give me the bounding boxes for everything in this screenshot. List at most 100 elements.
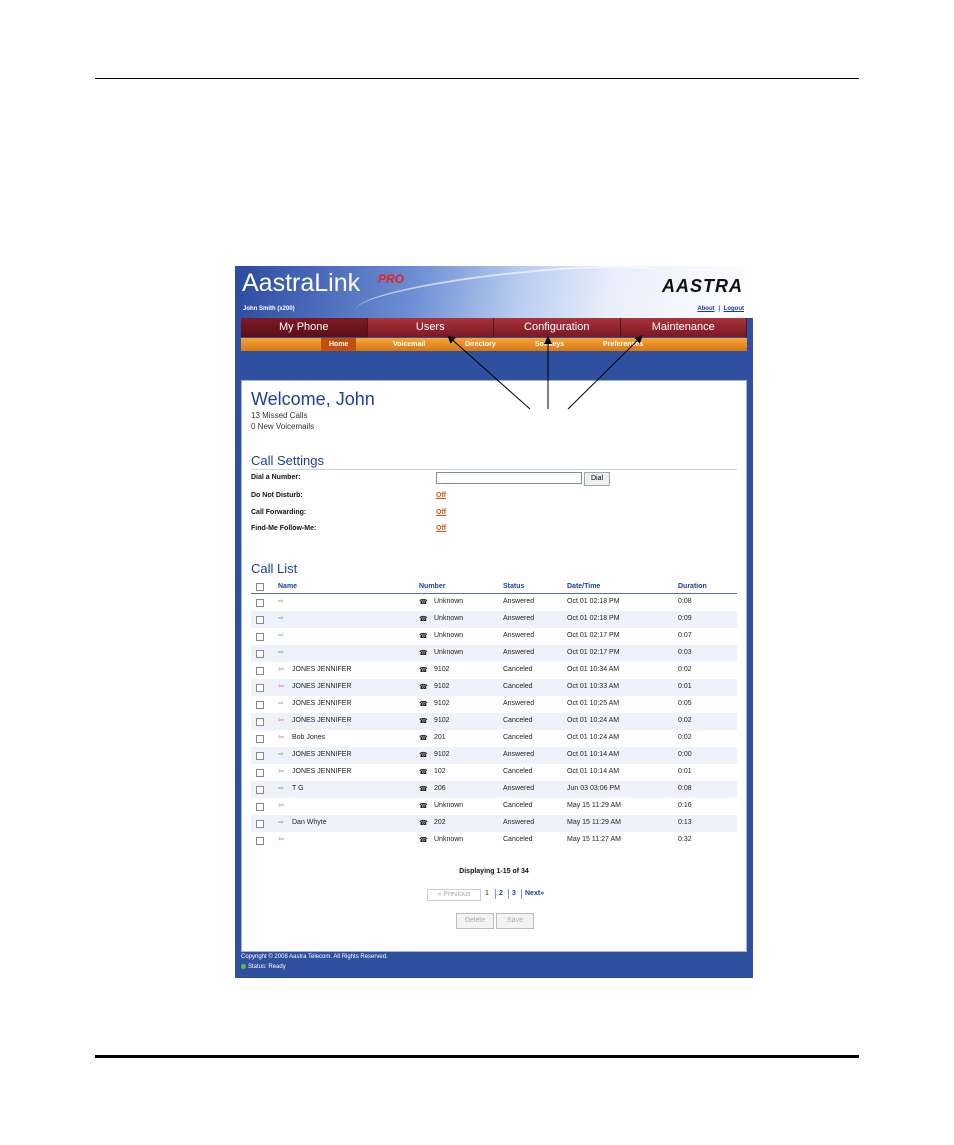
incoming-call-icon: ⇨	[278, 598, 284, 605]
column-duration[interactable]: Duration	[678, 583, 707, 590]
row-checkbox[interactable]	[256, 769, 264, 777]
about-link[interactable]: About	[697, 306, 714, 312]
subnav-home[interactable]: Home	[321, 338, 357, 351]
row-checkbox[interactable]	[256, 633, 264, 641]
call-duration: 0:01	[678, 683, 692, 690]
subnav-voicemail[interactable]: Voicemail	[393, 338, 425, 351]
subnav-directory[interactable]: Directory	[465, 338, 496, 351]
dial-button[interactable]: Dial	[584, 472, 610, 486]
find-me-follow-me-toggle[interactable]: Off	[436, 525, 446, 532]
outgoing-call-icon: ⇦	[278, 717, 284, 724]
caller-name: JONES JENNIFER	[292, 683, 352, 690]
sub-nav: Home Voicemail Directory Softkeys Prefer…	[241, 338, 747, 351]
row-checkbox[interactable]	[256, 667, 264, 675]
tab-maintenance[interactable]: Maintenance	[620, 318, 747, 337]
tab-my-phone[interactable]: My Phone	[241, 318, 368, 337]
header-links: About | Logout	[697, 306, 744, 312]
delete-button[interactable]: Delete	[456, 913, 494, 929]
subnav-preferences[interactable]: Preferences	[603, 338, 643, 351]
phone-icon[interactable]: ☎	[419, 649, 428, 657]
table-row[interactable]: ⇨ T G ☎ 206 Answered Jun 03 03:06 PM 0:08	[251, 781, 737, 798]
table-row[interactable]: ⇦ JONES JENNIFER ☎ 9102 Canceled Oct 01 10:34…	[251, 662, 737, 679]
row-checkbox[interactable]	[256, 803, 264, 811]
table-row[interactable]: ⇦ Bob Jones ☎ 201 Canceled Oct 01 10:24 AM 0:0…	[251, 730, 737, 747]
dial-number-input[interactable]	[436, 472, 582, 484]
page-3-link[interactable]: 3	[508, 889, 516, 899]
row-checkbox[interactable]	[256, 684, 264, 692]
table-row[interactable]: ⇨ Dan Whyte ☎ 202 Answered May 15 11:29 AM 0:1…	[251, 815, 737, 832]
incoming-call-icon: ⇨	[278, 700, 284, 707]
do-not-disturb-toggle[interactable]: Off	[436, 492, 446, 499]
table-row[interactable]: ⇦ ☎ Unknown Canceled May 15 11:27 AM 0:32	[251, 832, 737, 849]
next-page-link[interactable]: Next»	[521, 889, 544, 899]
caller-number: 9102	[434, 700, 450, 707]
phone-icon[interactable]: ☎	[419, 615, 428, 623]
caller-number: 9102	[434, 683, 450, 690]
table-row[interactable]: ⇨ JONES JENNIFER ☎ 9102 Answered Oct 01 10:14…	[251, 747, 737, 764]
call-datetime: Oct 01 10:14 AM	[567, 768, 620, 775]
row-checkbox[interactable]	[256, 701, 264, 709]
column-datetime[interactable]: Date/Time	[567, 583, 600, 590]
phone-icon[interactable]: ☎	[419, 802, 428, 810]
table-row[interactable]: ⇦ JONES JENNIFER ☎ 9102 Canceled Oct 01 10:24…	[251, 713, 737, 730]
table-row[interactable]: ⇨ ☎ Unknown Answered Oct 01 02:17 PM 0:03	[251, 645, 737, 662]
incoming-call-icon: ⇨	[278, 819, 284, 826]
header-separator: |	[718, 306, 720, 312]
call-duration: 0:01	[678, 768, 692, 775]
table-row[interactable]: ⇦ JONES JENNIFER ☎ 102 Canceled Oct 01 10:14 …	[251, 764, 737, 781]
previous-page-button: « Previous	[427, 889, 481, 901]
call-datetime: Oct 01 02:17 PM	[567, 632, 620, 639]
phone-icon[interactable]: ☎	[419, 836, 428, 844]
row-checkbox[interactable]	[256, 837, 264, 845]
column-number[interactable]: Number	[419, 583, 445, 590]
save-button[interactable]: Save	[496, 913, 534, 929]
call-duration: 0:07	[678, 632, 692, 639]
call-duration: 0:02	[678, 666, 692, 673]
call-forwarding-toggle[interactable]: Off	[436, 509, 446, 516]
select-all-checkbox[interactable]	[256, 583, 264, 591]
table-row[interactable]: ⇨ ☎ Unknown Answered Oct 01 02:18 PM 0:08	[251, 594, 737, 611]
new-voicemails-count: 0 New Voicemails	[251, 422, 315, 431]
table-row[interactable]: ⇨ ☎ Unknown Answered Oct 01 02:17 PM 0:07	[251, 628, 737, 645]
phone-icon[interactable]: ☎	[419, 700, 428, 708]
phone-icon[interactable]: ☎	[419, 734, 428, 742]
page-2-link[interactable]: 2	[495, 889, 503, 899]
phone-icon[interactable]: ☎	[419, 768, 428, 776]
row-checkbox[interactable]	[256, 599, 264, 607]
caller-number: Unknown	[434, 836, 464, 843]
call-status: Answered	[503, 649, 535, 656]
phone-icon[interactable]: ☎	[419, 785, 428, 793]
phone-icon[interactable]: ☎	[419, 632, 428, 640]
phone-icon[interactable]: ☎	[419, 751, 428, 759]
row-checkbox[interactable]	[256, 616, 264, 624]
incoming-call-icon: ⇨	[278, 785, 284, 792]
row-checkbox[interactable]	[256, 786, 264, 794]
row-checkbox[interactable]	[256, 650, 264, 658]
call-status: Canceled	[503, 768, 533, 775]
table-row[interactable]: ⇨ ☎ Unknown Answered Oct 01 02:18 PM 0:09	[251, 611, 737, 628]
caller-number: Unknown	[434, 649, 464, 656]
logout-link[interactable]: Logout	[724, 306, 744, 312]
phone-icon[interactable]: ☎	[419, 819, 428, 827]
caller-number: 9102	[434, 751, 450, 758]
phone-icon[interactable]: ☎	[419, 598, 428, 606]
row-checkbox[interactable]	[256, 752, 264, 760]
row-checkbox[interactable]	[256, 820, 264, 828]
table-row[interactable]: ⇦ ☎ Unknown Canceled May 15 11:29 AM 0:16	[251, 798, 737, 815]
column-status[interactable]: Status	[503, 583, 524, 590]
phone-icon[interactable]: ☎	[419, 666, 428, 674]
tab-users[interactable]: Users	[367, 318, 494, 337]
subnav-softkeys[interactable]: Softkeys	[535, 338, 564, 351]
column-name[interactable]: Name	[278, 583, 297, 590]
row-checkbox[interactable]	[256, 718, 264, 726]
tab-configuration[interactable]: Configuration	[494, 318, 621, 337]
row-checkbox[interactable]	[256, 735, 264, 743]
call-duration: 0:03	[678, 649, 692, 656]
table-row[interactable]: ⇨ JONES JENNIFER ☎ 9102 Answered Oct 01 10:25…	[251, 696, 737, 713]
call-status: Canceled	[503, 836, 533, 843]
call-status: Canceled	[503, 734, 533, 741]
phone-icon[interactable]: ☎	[419, 717, 428, 725]
table-row[interactable]: ⇦ JONES JENNIFER ☎ 9102 Canceled Oct 01 10:33…	[251, 679, 737, 696]
phone-icon[interactable]: ☎	[419, 683, 428, 691]
call-duration: 0:08	[678, 785, 692, 792]
